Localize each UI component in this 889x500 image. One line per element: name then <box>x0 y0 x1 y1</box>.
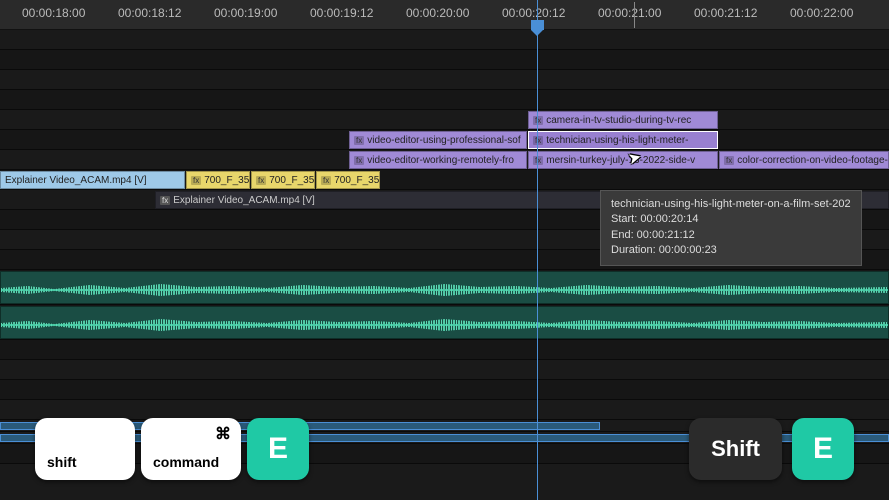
clip-700f35[interactable]: fx 700_F_35 <box>251 171 315 189</box>
clip-mersin[interactable]: fx mersin-turkey-july-13-2022-side-v <box>528 151 718 169</box>
ruler-tick: 00:00:22:00 <box>790 6 853 20</box>
clip-explainer-v[interactable]: Explainer Video_ACAM.mp4 [V] <box>0 171 185 189</box>
ruler-tick: 00:00:19:12 <box>310 6 373 20</box>
fx-badge-icon: fx <box>533 156 543 165</box>
clip-label: camera-in-tv-studio-during-tv-rec <box>546 115 691 126</box>
ruler-tick: 00:00:21:00 <box>598 6 661 20</box>
clip-label: Explainer Video_ACAM.mp4 [V] <box>173 195 315 206</box>
video-track-v5[interactable]: fx camera-in-tv-studio-during-tv-rec <box>0 110 889 130</box>
tooltip-end: End: 00:00:21:12 <box>611 228 851 243</box>
fx-badge-icon: fx <box>256 176 266 185</box>
audio-clip[interactable] <box>0 306 889 339</box>
clip-label: color-correction-on-video-footage-2 <box>737 155 889 166</box>
marker-icon[interactable] <box>634 2 635 28</box>
waveform-icon <box>1 280 888 300</box>
fx-badge-icon: fx <box>354 136 364 145</box>
video-track-v3[interactable]: fx video-editor-working-remotely-fro fx … <box>0 150 889 170</box>
empty-track[interactable] <box>0 400 889 420</box>
playhead-handle-icon[interactable] <box>531 20 544 30</box>
video-track[interactable] <box>0 70 889 90</box>
shortcut-left-group: shift ⌘ command E <box>35 418 309 480</box>
ruler-tick: 00:00:18:12 <box>118 6 181 20</box>
fx-badge-icon: fx <box>724 156 734 165</box>
ruler-tick: 00:00:21:12 <box>694 6 757 20</box>
key-e: E <box>792 418 854 480</box>
clip-technician-selected[interactable]: fx technician-using-his-light-meter- <box>528 131 718 149</box>
ruler-tick: 00:00:19:00 <box>214 6 277 20</box>
clip-label: video-editor-working-remotely-fro <box>367 155 514 166</box>
waveform-icon <box>1 315 888 335</box>
key-shift-dark: Shift <box>689 418 782 480</box>
clip-700f35[interactable]: fx 700_F_35 <box>316 171 380 189</box>
clip-label: 700_F_35 <box>334 175 379 186</box>
shortcut-right-group: Shift E <box>689 418 854 480</box>
playhead[interactable] <box>537 0 538 500</box>
clip-video-editor-remote[interactable]: fx video-editor-working-remotely-fro <box>349 151 527 169</box>
clip-label: 700_F_35 <box>204 175 249 186</box>
video-track[interactable] <box>0 30 889 50</box>
empty-track[interactable] <box>0 340 889 360</box>
command-symbol-icon: ⌘ <box>215 424 231 444</box>
clip-color-correction[interactable]: fx color-correction-on-video-footage-2 <box>719 151 889 169</box>
video-track[interactable] <box>0 90 889 110</box>
fx-badge-icon: fx <box>354 156 364 165</box>
tooltip-title: technician-using-his-light-meter-on-a-fi… <box>611 197 851 212</box>
fx-badge-icon: fx <box>321 176 331 185</box>
key-shift: shift <box>35 418 135 480</box>
clip-label: mersin-turkey-july-13-2022-side-v <box>546 155 695 166</box>
clip-label: 700_F_35 <box>269 175 314 186</box>
clip-video-editor-pro[interactable]: fx video-editor-using-professional-sof <box>349 131 527 149</box>
clip-700f35[interactable]: fx 700_F_35 <box>186 171 250 189</box>
fx-badge-icon: fx <box>533 136 543 145</box>
tooltip-start: Start: 00:00:20:14 <box>611 212 851 227</box>
key-e: E <box>247 418 309 480</box>
empty-track[interactable] <box>0 360 889 380</box>
ruler-tick: 00:00:20:12 <box>502 6 565 20</box>
ruler-tick: 00:00:18:00 <box>22 6 85 20</box>
fx-badge-icon: fx <box>533 116 543 125</box>
clip-label: Explainer Video_ACAM.mp4 [V] <box>5 175 147 186</box>
tooltip-duration: Duration: 00:00:00:23 <box>611 243 851 258</box>
fx-badge-icon: fx <box>191 176 201 185</box>
clip-label: video-editor-using-professional-sof <box>367 135 520 146</box>
clip-tooltip: technician-using-his-light-meter-on-a-fi… <box>600 190 862 266</box>
key-command: ⌘ command <box>141 418 241 480</box>
timeline-ruler[interactable]: 00:00:18:00 00:00:18:12 00:00:19:00 00:0… <box>0 0 889 30</box>
video-track-v2[interactable]: Explainer Video_ACAM.mp4 [V] fx 700_F_35… <box>0 170 889 190</box>
clip-label: technician-using-his-light-meter- <box>546 135 688 146</box>
empty-track[interactable] <box>0 380 889 400</box>
audio-clip[interactable] <box>0 271 889 304</box>
ruler-tick: 00:00:20:00 <box>406 6 469 20</box>
video-track-v4[interactable]: fx video-editor-using-professional-sof f… <box>0 130 889 150</box>
audio-track-a1[interactable] <box>0 270 889 305</box>
audio-track-a2[interactable] <box>0 305 889 340</box>
clip-camera-studio[interactable]: fx camera-in-tv-studio-during-tv-rec <box>528 111 718 129</box>
video-track[interactable] <box>0 50 889 70</box>
fx-badge-icon: fx <box>160 196 170 205</box>
